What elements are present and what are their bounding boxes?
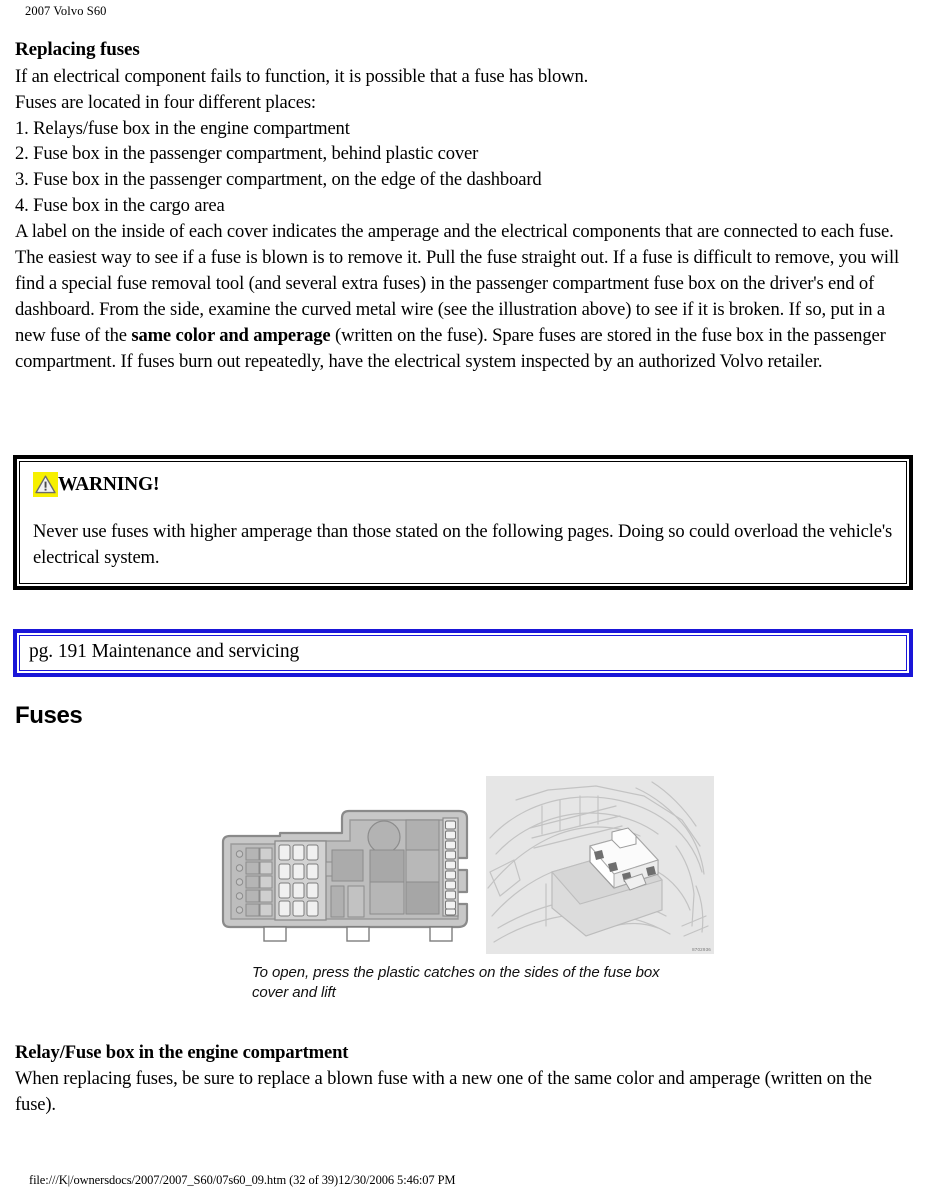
warning-body-text: Never use fuses with higher amperage tha… (33, 521, 893, 568)
relay-fuse-box-paragraph: When replacing fuses, be sure to replace… (15, 1067, 872, 1115)
warning-header-row: WARNING! (33, 472, 893, 497)
fuse-box-figure: 8702936 To open, press the plastic catch… (0, 772, 927, 1017)
fuse-box-diagram-icon (218, 800, 480, 955)
page-reference-box[interactable]: pg. 191 Maintenance and servicing (13, 629, 913, 677)
warning-triangle-icon (33, 472, 58, 497)
fuse-location-item-2: 2. Fuse box in the passenger compartment… (15, 143, 479, 165)
figure-caption: To open, press the plastic catches on th… (252, 964, 660, 1001)
page-title: Replacing fuses (15, 39, 140, 60)
label-note-paragraph: A label on the inside of each cover indi… (15, 221, 894, 243)
running-header: 2007 Volvo S60 (25, 4, 107, 18)
fuse-location-item-1: 1. Relays/fuse box in the engine compart… (15, 117, 350, 139)
page-reference-link[interactable]: pg. 191 Maintenance and servicing (29, 641, 299, 662)
fuse-location-item-3: 3. Fuse box in the passenger compartment… (15, 169, 542, 191)
relay-fuse-box-subheading: Relay/Fuse box in the engine compartment (15, 1042, 349, 1063)
warning-box: WARNING! Never use fuses with higher amp… (13, 455, 913, 590)
document-page: 2007 Volvo S60 Replacing fuses If an ele… (0, 0, 927, 1200)
warning-box-inner: WARNING! Never use fuses with higher amp… (19, 461, 907, 584)
intro-line-2: Fuses are located in four different plac… (15, 91, 316, 113)
footer-path: file:///K|/ownersdocs/2007/2007_S60/07s6… (29, 1173, 456, 1187)
fuse-removal-paragraph: The easiest way to see if a fuse is blow… (15, 245, 912, 375)
figure-id-stamp: 8702936 (692, 946, 711, 952)
fuses-section-heading: Fuses (15, 702, 83, 729)
same-color-and-amperage-emphasis: same color and amperage (131, 324, 331, 346)
main-content: Replacing fuses If an electrical compone… (15, 38, 912, 375)
fuse-location-item-4: 4. Fuse box in the cargo area (15, 195, 225, 217)
page-reference-box-inner: pg. 191 Maintenance and servicing (19, 635, 907, 671)
warning-title: WARNING! (58, 473, 160, 495)
engine-compartment-illustration: 8702936 (486, 776, 714, 954)
intro-line-1: If an electrical component fails to func… (15, 65, 589, 87)
relay-fuse-box-section: Relay/Fuse box in the engine compartment… (15, 1040, 912, 1118)
